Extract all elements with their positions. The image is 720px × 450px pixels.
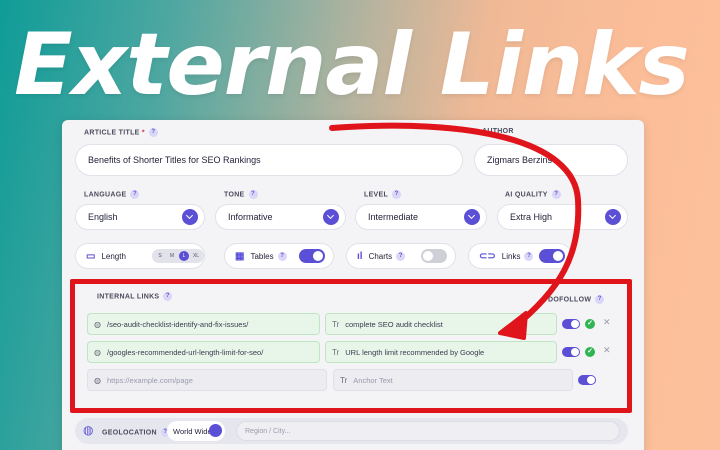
help-icon[interactable]: ? bbox=[392, 190, 402, 199]
links-toggle[interactable] bbox=[539, 249, 565, 263]
chevron-down-icon bbox=[323, 209, 339, 225]
geolocation-select[interactable]: World Wide bbox=[167, 421, 225, 441]
table-icon: ▦ bbox=[235, 250, 245, 262]
language-label: LANGUAGE? bbox=[84, 190, 140, 199]
size-m[interactable]: M bbox=[167, 251, 177, 261]
region-city-input[interactable]: Region / City... bbox=[236, 421, 620, 441]
ai-quality-select[interactable]: Extra High bbox=[497, 204, 628, 230]
hero-title: External Links bbox=[14, 15, 690, 115]
help-icon[interactable]: ? bbox=[396, 251, 406, 261]
bar-chart-icon: ıl bbox=[357, 250, 363, 262]
size-l[interactable]: L bbox=[179, 251, 189, 261]
chevron-down-icon bbox=[464, 209, 480, 225]
help-icon[interactable]: ? bbox=[277, 251, 287, 261]
tone-label: TONE? bbox=[224, 190, 258, 199]
length-size-selector[interactable]: S M L XL bbox=[152, 249, 204, 263]
help-icon[interactable]: ? bbox=[524, 251, 534, 261]
article-title-label: ARTICLE TITLE *? bbox=[84, 128, 158, 137]
tables-toggle[interactable] bbox=[299, 249, 325, 263]
level-select[interactable]: Intermediate bbox=[355, 204, 487, 230]
author-input[interactable]: Zigmars Berzins bbox=[474, 144, 628, 176]
article-title-input[interactable]: Benefits of Shorter Titles for SEO Ranki… bbox=[75, 144, 463, 176]
link-icon: ⊂⊃ bbox=[479, 250, 496, 262]
charts-toggle[interactable] bbox=[421, 249, 447, 263]
tone-select[interactable]: Informative bbox=[215, 204, 346, 230]
geolocation-label: GEOLOCATION? bbox=[102, 428, 170, 437]
help-icon[interactable]: ? bbox=[551, 190, 561, 199]
ruler-icon: ▭ bbox=[86, 250, 96, 262]
chevron-down-icon bbox=[209, 424, 222, 437]
size-xl[interactable]: XL bbox=[191, 251, 201, 261]
help-icon[interactable]: ? bbox=[130, 190, 140, 199]
level-label: LEVEL? bbox=[364, 190, 402, 199]
chevron-down-icon bbox=[605, 209, 621, 225]
globe-icon: ◍ bbox=[83, 423, 94, 437]
author-label: AUTHOR bbox=[482, 128, 514, 135]
help-icon[interactable]: ? bbox=[248, 190, 258, 199]
help-icon[interactable]: ? bbox=[148, 128, 158, 137]
highlight-box bbox=[70, 279, 632, 413]
language-select[interactable]: English bbox=[75, 204, 205, 230]
ai-quality-label: AI QUALITY? bbox=[505, 190, 561, 199]
geolocation-bar: ◍ GEOLOCATION? World Wide Region / City.… bbox=[75, 418, 628, 444]
size-s[interactable]: S bbox=[155, 251, 165, 261]
chevron-down-icon bbox=[182, 209, 198, 225]
